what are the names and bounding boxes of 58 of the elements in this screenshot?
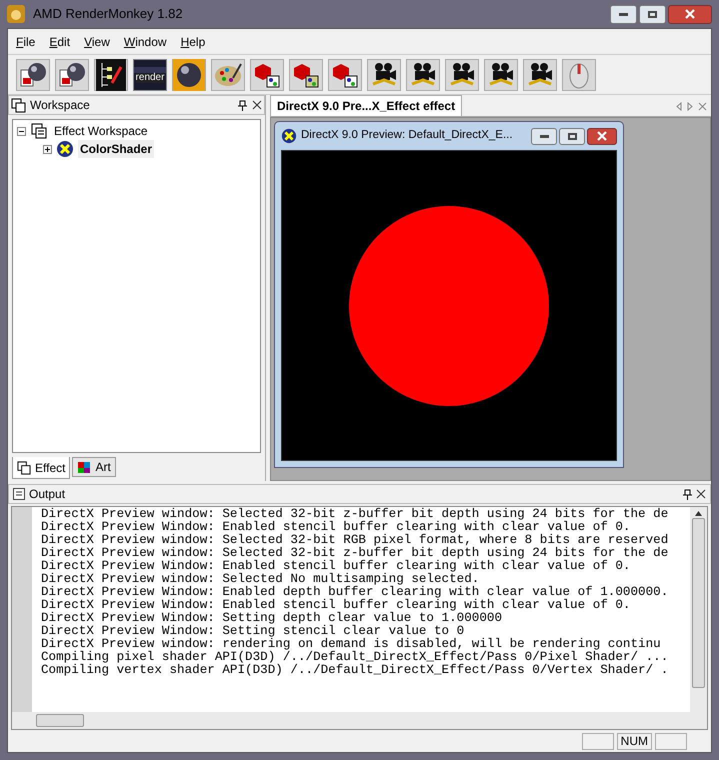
log-line: DirectX Preview Window: Enabled depth buffer clearing with clear value of 1.000000. [41, 586, 670, 599]
menu-item[interactable]: Help [180, 32, 206, 50]
scroll-right-icon[interactable] [687, 102, 693, 111]
log-line: DirectX Preview Window: Setting stencil clear value to 0 [41, 625, 466, 638]
close-icon[interactable] [252, 100, 262, 110]
render-button[interactable]: render [133, 58, 167, 90]
node-icon [30, 122, 48, 140]
menu-item[interactable]: Window [124, 32, 167, 50]
panel-tab[interactable]: Effect [12, 457, 70, 479]
log-line: Compiling pixel shader API(D3D) /../Default_DirectX_Effect/Pass 0/Pixel Shader/ ... [41, 651, 670, 664]
log-line: DirectX Preview window: Selected 32-bit z-buffer bit depth using 24 bits for the de [41, 547, 670, 560]
panel-tab[interactable]: Art [72, 457, 116, 477]
minimize-button[interactable] [610, 4, 637, 24]
collapse-icon[interactable] [17, 126, 26, 136]
log-line: Compiling vertex shader API(D3D) /../Default_DirectX_Effect/Pass 0/Vertex Shader/ . [41, 664, 670, 677]
horizontal-scrollbar[interactable] [12, 712, 707, 729]
preview-title: DirectX 9.0 Preview: Default_DirectX_E... [301, 128, 513, 144]
close-button[interactable] [668, 4, 712, 24]
scroll-up-icon[interactable] [695, 511, 702, 516]
close-button[interactable] [587, 128, 617, 144]
log-line: DirectX Preview Window: Enabled stencil buffer clearing with clear value of 0. [41, 560, 632, 573]
maximize-button[interactable] [559, 128, 585, 144]
status-pane [582, 732, 614, 750]
panel-title: Workspace [30, 97, 90, 114]
tree-item[interactable]: ColorShader [78, 140, 154, 158]
status-pane [655, 732, 687, 750]
pin-icon[interactable] [683, 488, 692, 500]
panel-title: Output [29, 486, 66, 503]
log-line: DirectX Preview Window: Setting depth clear value to 1.000000 [41, 612, 504, 625]
close-icon[interactable] [696, 489, 706, 499]
pin-icon[interactable] [238, 100, 248, 110]
workspace-icon [17, 460, 31, 474]
log-line: DirectX Preview window: Selected 32-bit RGB pixel format, where 8 bits are reserved [41, 534, 670, 547]
directx-icon [281, 128, 297, 144]
scroll-left-icon[interactable] [676, 102, 682, 111]
node-icon [56, 140, 74, 158]
tree-item[interactable]: Effect Workspace [52, 122, 150, 140]
workspace-icon [11, 98, 26, 112]
document-tab[interactable]: DirectX 9.0 Pre...X_Effect effect [270, 95, 462, 116]
color-blocks-icon [77, 460, 92, 474]
monkey-icon [7, 5, 25, 23]
log-line: DirectX Preview window: Selected 32-bit z-buffer bit depth using 24 bits for the de [41, 508, 670, 521]
log-line: DirectX Preview Window: Enabled stencil buffer clearing with clear value of 0. [41, 599, 632, 612]
maximize-button[interactable] [639, 4, 666, 24]
expand-icon[interactable] [43, 144, 52, 154]
vertical-scrollbar[interactable] [690, 507, 707, 712]
menu-item[interactable]: Edit [49, 32, 70, 50]
menu-item[interactable]: View [84, 32, 110, 50]
status-pane: NUM [616, 732, 652, 750]
minimize-button[interactable] [531, 128, 557, 144]
window-title: AMD RenderMonkey 1.82 [33, 5, 183, 24]
log-line: DirectX Preview Window: Enabled stencil buffer clearing with clear value of 0. [41, 521, 630, 534]
log-line: DirectX Preview window: Selected No multisamping selected. [41, 573, 480, 586]
close-icon [597, 131, 607, 141]
close-icon [685, 9, 695, 19]
output-icon [13, 488, 25, 500]
log-line: DirectX Preview window: rendering on demand is disabled, will be rendering continu [41, 638, 662, 651]
menu-item[interactable]: File [16, 32, 36, 50]
